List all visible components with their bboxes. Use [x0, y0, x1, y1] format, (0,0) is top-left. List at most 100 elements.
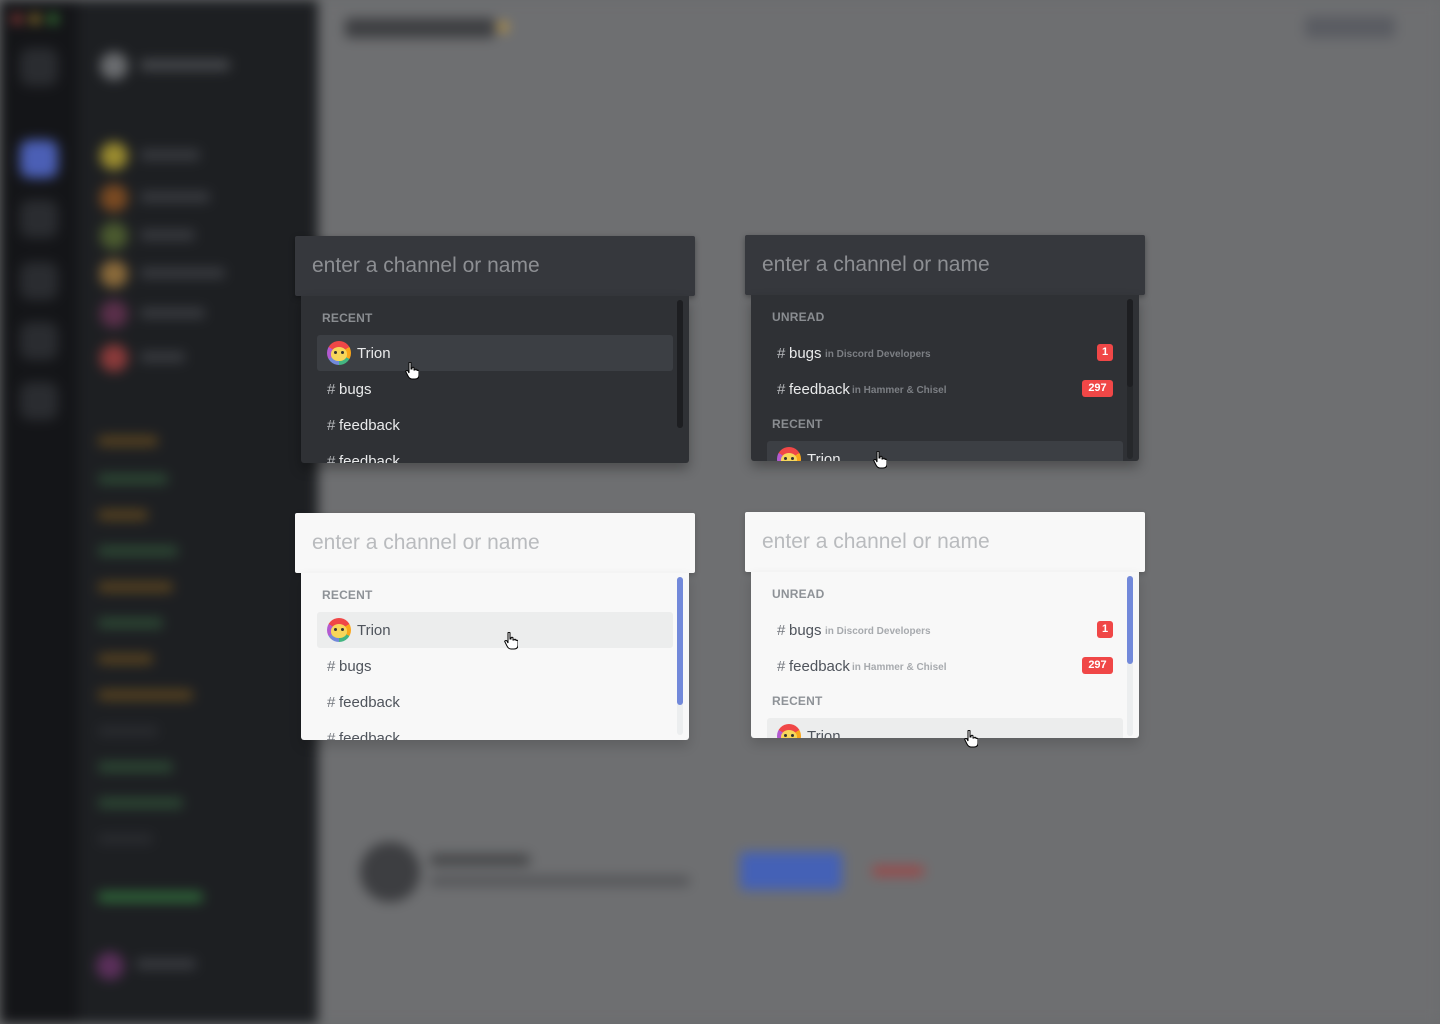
- background-app: [0, 0, 1440, 1024]
- result-label: Trion: [357, 622, 391, 639]
- hash-icon: #: [327, 453, 336, 463]
- result-label: bugs: [789, 345, 822, 362]
- scrollbar[interactable]: [1127, 299, 1133, 459]
- guild-icon: [20, 382, 58, 420]
- user-avatar: [327, 341, 351, 365]
- result-item-channel[interactable]: # feedback: [317, 720, 673, 740]
- close-window-dot: [12, 14, 22, 24]
- quick-switcher-light-recent: RECENT Trion # bugs # feedback # feedbac…: [295, 513, 695, 741]
- friend-row: [100, 258, 290, 288]
- result-item-channel[interactable]: # bugs: [317, 648, 673, 684]
- result-item-user[interactable]: Trion: [317, 612, 673, 648]
- friend-row: [100, 182, 290, 212]
- result-item-channel[interactable]: # feedback: [317, 407, 673, 443]
- scrollbar[interactable]: [1127, 576, 1133, 736]
- result-item-channel[interactable]: # feedback: [317, 443, 673, 463]
- user-avatar: [777, 447, 801, 461]
- friend-row: [100, 342, 290, 372]
- mention-badge: 297: [1082, 657, 1113, 674]
- guild-icon: [20, 262, 58, 300]
- hash-icon: #: [777, 658, 786, 675]
- result-item-channel[interactable]: # bugs: [317, 371, 673, 407]
- scrollbar-thumb[interactable]: [677, 300, 683, 428]
- channel-row: [98, 892, 203, 902]
- mention-badge: 297: [1082, 380, 1113, 397]
- current-user-panel: [96, 950, 286, 980]
- hash-icon: #: [327, 417, 336, 434]
- guild-icon: [20, 322, 58, 360]
- hash-icon: #: [327, 694, 336, 711]
- switcher-results: UNREAD # bugs in Discord Developers 1 # …: [751, 572, 1139, 738]
- result-label: feedback: [339, 453, 400, 463]
- switcher-search-input[interactable]: [295, 513, 695, 573]
- switcher-results: UNREAD # bugs in Discord Developers 1 # …: [751, 295, 1139, 461]
- top-button: [1305, 16, 1395, 38]
- channel-row: [98, 546, 178, 556]
- channel-row: [98, 762, 173, 772]
- section-header-recent: RECENT: [322, 588, 373, 602]
- danger-link: [872, 866, 924, 876]
- scrollbar[interactable]: [677, 300, 683, 428]
- profile-subtitle: [430, 876, 690, 886]
- status-dot: [498, 22, 508, 32]
- scrollbar[interactable]: [677, 577, 683, 735]
- section-header-recent: RECENT: [772, 694, 823, 708]
- profile-avatar: [360, 842, 420, 902]
- switcher-search-input[interactable]: [295, 236, 695, 296]
- switcher-results: RECENT Trion # bugs # feedback # feedbac…: [301, 573, 689, 740]
- scrollbar-thumb[interactable]: [677, 577, 683, 705]
- result-label: Trion: [357, 345, 391, 362]
- channel-row: [98, 834, 153, 844]
- switcher-search-input[interactable]: [745, 512, 1145, 572]
- result-label: Trion: [807, 451, 841, 461]
- guild-name: in Hammer & Chisel: [852, 385, 947, 396]
- result-item-channel[interactable]: # bugs in Discord Developers 1: [767, 612, 1123, 648]
- channel-row: [98, 510, 148, 520]
- hash-icon: #: [777, 381, 786, 398]
- zoom-window-dot: [48, 14, 58, 24]
- hash-icon: #: [327, 730, 336, 740]
- channel-row: [98, 436, 158, 446]
- result-label: bugs: [789, 622, 822, 639]
- scrollbar-thumb[interactable]: [1127, 299, 1133, 387]
- guild-name: in Discord Developers: [825, 626, 931, 637]
- channel-row: [98, 726, 158, 736]
- minimize-window-dot: [30, 14, 40, 24]
- switcher-results: RECENT Trion # bugs # feedback # feedbac…: [301, 296, 689, 463]
- result-label: feedback: [789, 658, 850, 675]
- section-header-recent: RECENT: [322, 311, 373, 325]
- page-title: [345, 18, 495, 38]
- section-header-unread: UNREAD: [772, 310, 825, 324]
- guild-icon: [20, 48, 58, 86]
- result-item-channel[interactable]: # feedback in Hammer & Chisel 297: [767, 371, 1123, 407]
- result-label: bugs: [339, 658, 372, 675]
- primary-button: [740, 852, 842, 890]
- channel-row: [98, 690, 193, 700]
- hand-cursor-icon: [964, 730, 978, 748]
- hash-icon: #: [777, 345, 786, 362]
- friend-row: [100, 220, 290, 250]
- hand-cursor-icon: [504, 632, 518, 650]
- guild-name: in Hammer & Chisel: [852, 662, 947, 673]
- switcher-search-input[interactable]: [745, 235, 1145, 295]
- mention-badge: 1: [1097, 344, 1113, 361]
- result-item-user[interactable]: Trion: [767, 718, 1123, 738]
- result-label: bugs: [339, 381, 372, 398]
- channel-row: [98, 582, 173, 592]
- hash-icon: #: [327, 381, 336, 398]
- result-label: feedback: [339, 417, 400, 434]
- profile-name: [430, 854, 530, 866]
- friend-row: [100, 140, 290, 170]
- hash-icon: #: [777, 622, 786, 639]
- guild-icon: [20, 200, 58, 238]
- scrollbar-thumb[interactable]: [1127, 576, 1133, 664]
- channel-row: [98, 474, 168, 484]
- result-item-user[interactable]: Trion: [317, 335, 673, 371]
- channel-row: [98, 654, 153, 664]
- result-item-user[interactable]: Trion: [767, 441, 1123, 461]
- result-item-channel[interactable]: # feedback in Hammer & Chisel 297: [767, 648, 1123, 684]
- result-label: feedback: [789, 381, 850, 398]
- result-item-channel[interactable]: # bugs in Discord Developers 1: [767, 335, 1123, 371]
- result-item-channel[interactable]: # feedback: [317, 684, 673, 720]
- section-header-unread: UNREAD: [772, 587, 825, 601]
